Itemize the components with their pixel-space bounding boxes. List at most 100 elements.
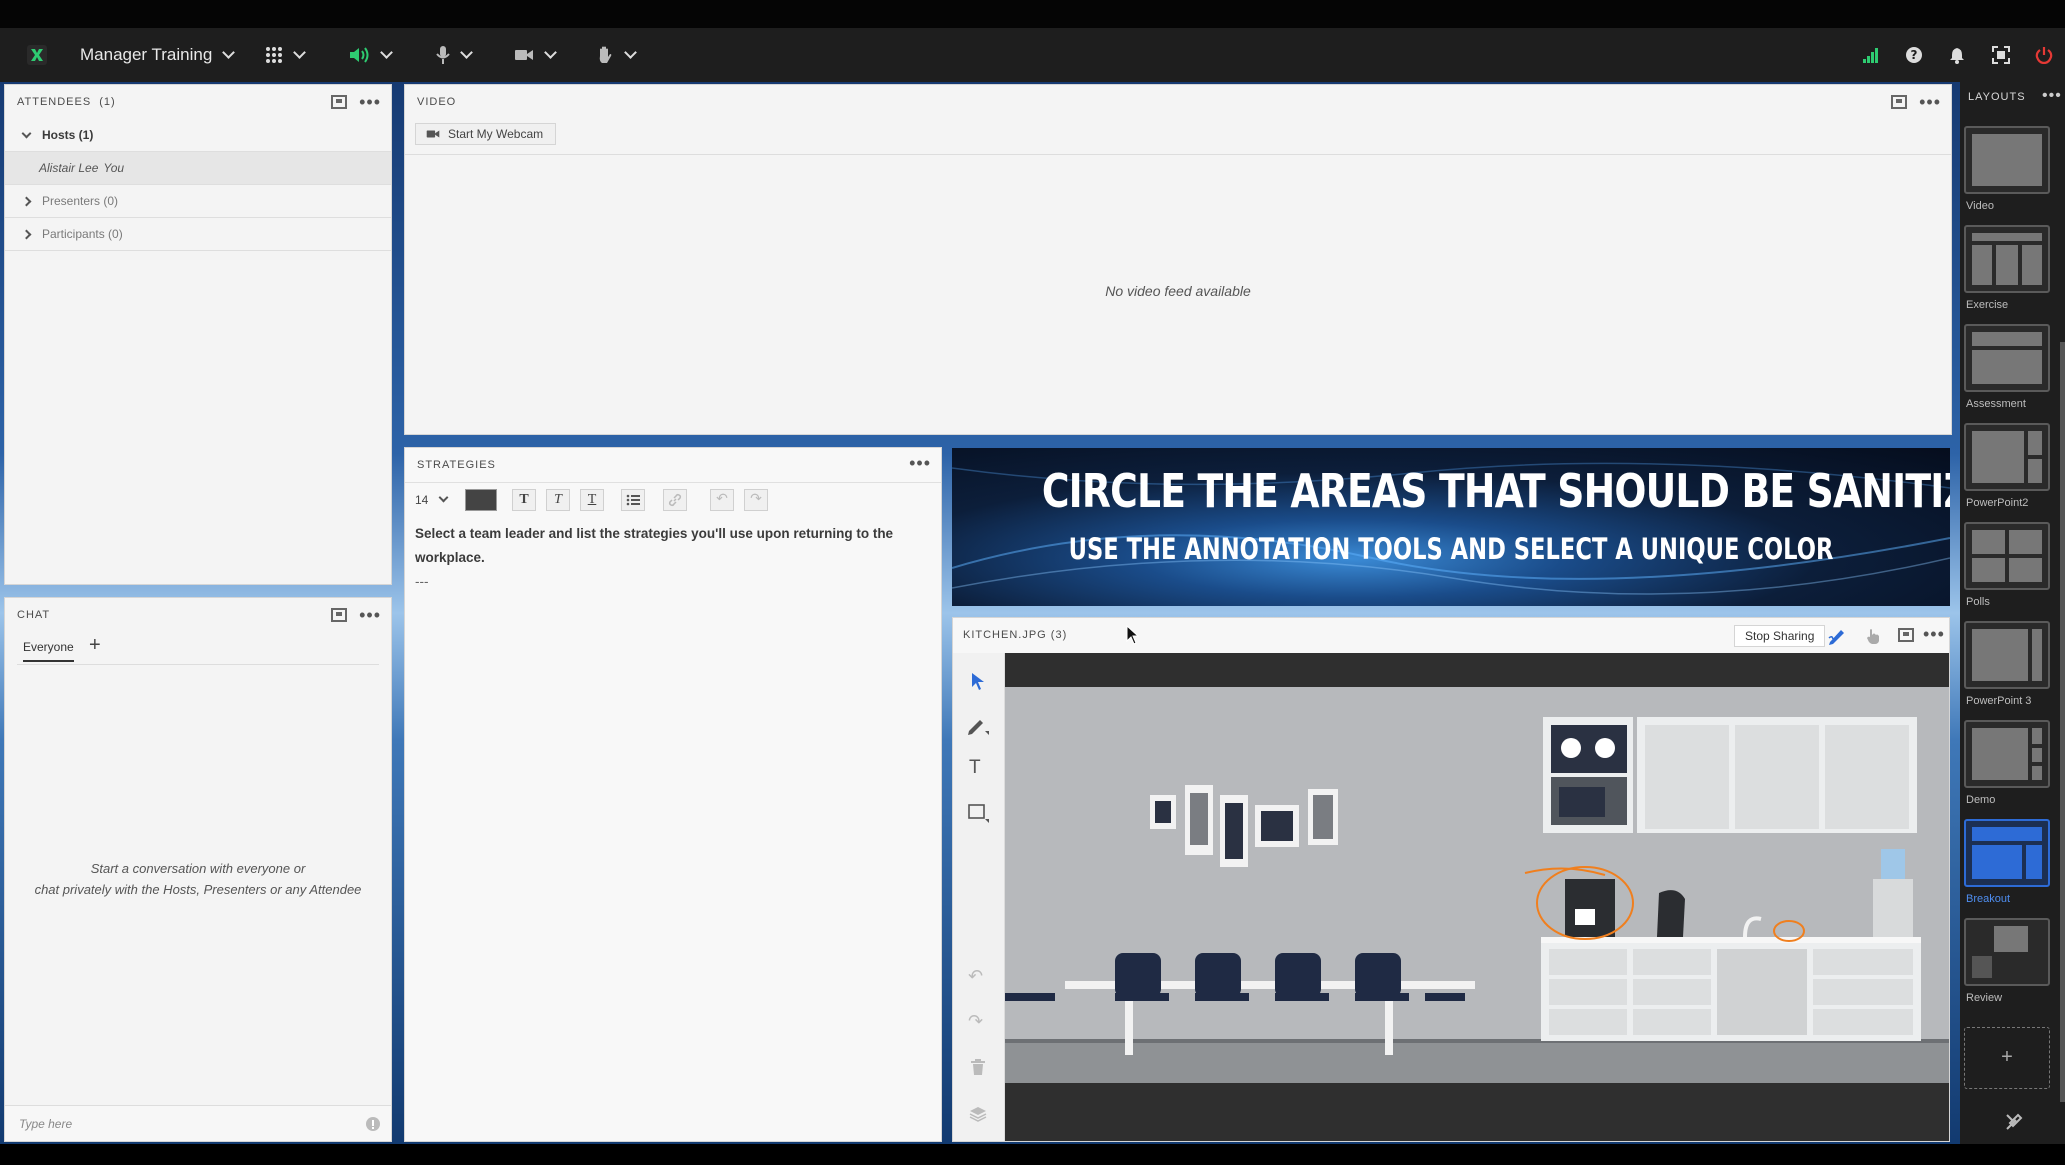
expand-caret-icon (21, 196, 32, 206)
apps-menu-button[interactable] (265, 28, 306, 82)
banner-headline: CIRCLE THE AREAS THAT SHOULD BE SANITIZE… (1041, 464, 1950, 518)
svg-text:?: ? (1911, 48, 1918, 62)
shape-tool-icon[interactable] (967, 803, 991, 825)
pencil-tool-icon[interactable] (967, 715, 991, 737)
start-webcam-label: Start My Webcam (448, 127, 544, 141)
notifications-button[interactable] (1948, 28, 1966, 82)
speaker-icon (350, 47, 369, 63)
hosts-label: Hosts (1) (42, 128, 94, 142)
layout-label: Demo (1966, 794, 1996, 806)
select-arrow-icon[interactable] (969, 671, 987, 691)
note-line-3: --- (415, 574, 429, 589)
underline-button[interactable]: T (580, 489, 604, 511)
bottom-edge (0, 1144, 2065, 1165)
layout-thumbnail-active (1964, 819, 2050, 887)
layouts-scrollbar[interactable] (2060, 342, 2065, 1102)
raise-hand-menu-button[interactable] (596, 28, 637, 82)
share-title: KITCHEN.JPG (3) (963, 629, 1068, 641)
font-size-select[interactable]: 14 (415, 489, 455, 511)
instruction-banner: CIRCLE THE AREAS THAT SHOULD BE SANITIZE… (952, 448, 1950, 606)
maximize-icon[interactable] (1898, 628, 1914, 642)
strategies-header: STRATEGIES (405, 448, 941, 482)
speaker-menu-button[interactable] (348, 28, 393, 82)
chat-pod: CHAT ••• Everyone + Start a conversation… (4, 597, 392, 1142)
layout-thumbnail (1964, 324, 2050, 392)
text-tool-icon[interactable]: T (969, 757, 981, 779)
apps-grid-icon (266, 47, 282, 63)
note-body[interactable]: Select a team leader and list the strate… (415, 522, 925, 594)
hosts-group-row[interactable]: Hosts (1) (5, 119, 391, 152)
chat-input[interactable]: Type here (19, 1117, 72, 1131)
chat-tab-divider (17, 664, 379, 665)
redo-button[interactable]: ↷ (744, 489, 768, 511)
chat-empty-line-1: Start a conversation with everyone or (90, 861, 306, 876)
attendees-title: ATTENDEES (17, 96, 92, 108)
presenters-group-row[interactable]: Presenters (0) (5, 185, 391, 218)
attendees-pod: ATTENDEES (1) ••• Hosts (1) Alistair Lee… (4, 84, 392, 585)
chevron-down-icon (438, 492, 449, 503)
more-options-icon[interactable]: ••• (1919, 93, 1941, 111)
chevron-down-icon (293, 46, 306, 59)
annotation-undo-icon[interactable]: ↶ (968, 966, 983, 987)
power-icon (2035, 47, 2053, 64)
host-name: Alistair Lee (39, 161, 99, 175)
add-layout-button[interactable]: + (1964, 1027, 2050, 1089)
bullet-list-icon (626, 494, 640, 506)
trash-icon[interactable] (970, 1058, 986, 1076)
emoji-icon[interactable] (365, 1116, 381, 1132)
attendee-row[interactable]: Alistair Lee You (5, 152, 391, 185)
bold-button[interactable]: T (512, 489, 536, 511)
participants-label: Participants (0) (42, 227, 123, 241)
chat-pod-controls: ••• (331, 606, 381, 624)
banner-subline: USE THE ANNOTATION TOOLS AND SELECT A UN… (1068, 532, 1834, 566)
maximize-icon[interactable] (331, 95, 348, 109)
camera-menu-button[interactable] (514, 28, 557, 82)
shared-kitchen-image[interactable] (1005, 653, 1949, 1141)
draw-pen-icon[interactable] (1827, 626, 1847, 646)
app-logo-icon[interactable] (26, 28, 48, 82)
start-webcam-button[interactable]: Start My Webcam (415, 123, 557, 145)
annotation-redo-icon[interactable]: ↷ (968, 1011, 983, 1032)
connection-strength-button[interactable] (1862, 28, 1880, 82)
fullscreen-button[interactable] (1992, 28, 2010, 82)
microphone-menu-button[interactable] (436, 28, 473, 82)
strategies-divider (405, 482, 941, 483)
stop-sharing-button[interactable]: Stop Sharing (1734, 625, 1826, 647)
link-icon (668, 493, 682, 507)
strategies-pod: STRATEGIES ••• 14 T T T ↶ ↷ Select a tea… (404, 447, 942, 1142)
pointer-hand-icon[interactable] (1865, 627, 1881, 645)
layout-label: Exercise (1966, 299, 2009, 311)
chevron-down-icon (544, 46, 557, 59)
chat-title: CHAT (17, 609, 51, 621)
help-button[interactable]: ? (1905, 28, 1923, 82)
add-chat-tab-icon[interactable]: + (89, 634, 101, 657)
more-options-icon[interactable]: ••• (909, 454, 931, 472)
participants-group-row[interactable]: Participants (0) (5, 218, 391, 251)
power-button[interactable] (2035, 28, 2053, 82)
more-options-icon[interactable]: ••• (359, 93, 381, 111)
italic-button[interactable]: T (546, 489, 570, 511)
undo-button[interactable]: ↶ (710, 489, 734, 511)
no-video-message: No video feed available (1105, 283, 1251, 299)
chevron-down-icon (380, 46, 393, 59)
maximize-icon[interactable] (331, 608, 348, 622)
chat-tab-everyone[interactable]: Everyone (23, 640, 74, 662)
bullet-list-button[interactable] (621, 489, 645, 511)
collapse-caret-icon (21, 128, 32, 138)
tools-icon[interactable] (2004, 1112, 2024, 1132)
share-pod: KITCHEN.JPG (3) Stop Sharing ••• T ↶ ↷ (952, 617, 1950, 1142)
app-window: Manager Training ? ATTENDEES (1) ••• Hos… (0, 0, 2065, 1165)
layers-icon[interactable] (969, 1105, 987, 1123)
more-options-icon[interactable]: ••• (1923, 625, 1945, 643)
layout-thumbnail (1964, 918, 2050, 986)
chevron-down-icon (460, 46, 473, 59)
maximize-icon[interactable] (1891, 95, 1908, 109)
more-options-icon[interactable]: ••• (359, 606, 381, 624)
more-options-icon[interactable]: ••• (2042, 88, 2062, 104)
room-menu[interactable]: Manager Training (80, 28, 236, 82)
layout-label: Review (1966, 992, 2003, 1004)
link-button[interactable] (663, 489, 687, 511)
attendees-pod-controls: ••• (331, 93, 381, 111)
expand-caret-icon (21, 229, 32, 239)
text-color-swatch[interactable] (465, 489, 497, 511)
